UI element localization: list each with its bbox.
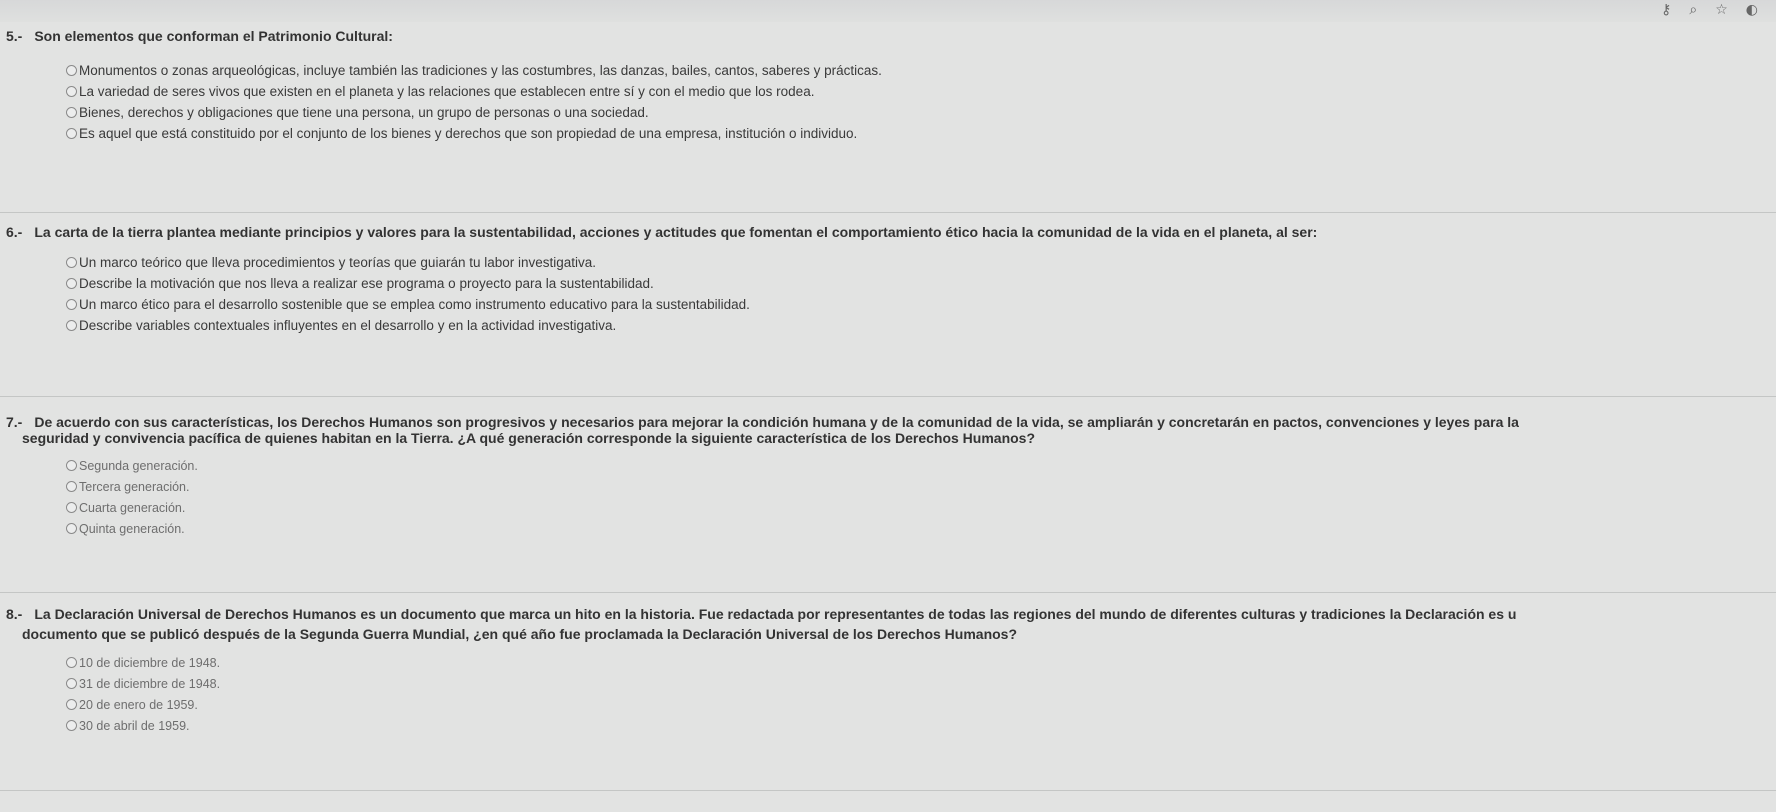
radio-button[interactable] [66, 481, 77, 492]
radio-button[interactable] [66, 128, 77, 139]
option-label: Describe la motivación que nos lleva a r… [79, 276, 654, 291]
options-list: Segunda generación. Tercera generación. … [66, 455, 198, 539]
option-label: Es aquel que está constituido por el con… [79, 126, 858, 141]
radio-button[interactable] [66, 460, 77, 471]
option-label: Monumentos o zonas arqueológicas, incluy… [79, 63, 882, 78]
option-label: Describe variables contextuales influyen… [79, 318, 617, 333]
option[interactable]: 10 de diciembre de 1948. [66, 652, 220, 673]
question-divider [0, 790, 1776, 791]
option-label: La variedad de seres vivos que existen e… [79, 84, 815, 99]
option[interactable]: Describe la motivación que nos lleva a r… [66, 273, 750, 294]
option[interactable]: Tercera generación. [66, 476, 198, 497]
radio-button[interactable] [66, 278, 77, 289]
option[interactable]: Monumentos o zonas arqueológicas, incluy… [66, 60, 882, 81]
option-label: Quinta generación. [79, 521, 185, 536]
radio-button[interactable] [66, 65, 77, 76]
question-prompt-continued: seguridad y convivencia pacífica de quie… [22, 428, 1035, 449]
browser-toolbar: ⚷ ⌕ ☆ ◐ [0, 0, 1776, 22]
option[interactable]: Un marco teórico que lleva procedimiento… [66, 252, 750, 273]
question-text: seguridad y convivencia pacífica de quie… [22, 430, 1036, 446]
key-icon[interactable]: ⚷ [1661, 2, 1671, 18]
option-label: 31 de diciembre de 1948. [79, 676, 221, 691]
option[interactable]: Segunda generación. [66, 455, 198, 476]
option[interactable]: Bienes, derechos y obligaciones que tien… [66, 102, 882, 123]
star-icon[interactable]: ☆ [1715, 2, 1728, 18]
option[interactable]: Quinta generación. [66, 518, 198, 539]
question-text: La Declaración Universal de Derechos Hum… [34, 606, 1517, 622]
option[interactable]: Un marco ético para el desarrollo sosten… [66, 294, 750, 315]
radio-button[interactable] [66, 678, 77, 689]
option[interactable]: 20 de enero de 1959. [66, 694, 220, 715]
option[interactable]: Describe variables contextuales influyen… [66, 315, 750, 336]
question-divider [0, 592, 1776, 593]
radio-button[interactable] [66, 107, 77, 118]
zoom-icon[interactable]: ⌕ [1689, 2, 1697, 18]
question-prompt: 5.- Son elementos que conforman el Patrim… [6, 26, 393, 47]
option-label: Segunda generación. [79, 458, 198, 473]
option-label: 10 de diciembre de 1948. [79, 655, 221, 670]
radio-button[interactable] [66, 320, 77, 331]
option[interactable]: La variedad de seres vivos que existen e… [66, 81, 882, 102]
radio-button[interactable] [66, 657, 77, 668]
radio-button[interactable] [66, 257, 77, 268]
question-number: 7.- [6, 414, 23, 430]
question-number: 5.- [6, 28, 23, 44]
option-label: Cuarta generación. [79, 500, 186, 515]
option[interactable]: Cuarta generación. [66, 497, 198, 518]
option[interactable]: 31 de diciembre de 1948. [66, 673, 220, 694]
question-prompt: 8.- La Declaración Universal de Derechos … [6, 604, 1516, 625]
question-number: 6.- [6, 224, 23, 240]
option-label: Un marco teórico que lleva procedimiento… [79, 255, 597, 270]
radio-button[interactable] [66, 523, 77, 534]
radio-button[interactable] [66, 299, 77, 310]
radio-button[interactable] [66, 720, 77, 731]
option-label: Un marco ético para el desarrollo sosten… [79, 297, 750, 312]
question-text: La carta de la tierra plantea mediante p… [34, 224, 1318, 240]
radio-button[interactable] [66, 86, 77, 97]
option[interactable]: Es aquel que está constituido por el con… [66, 123, 882, 144]
options-list: 10 de diciembre de 1948. 31 de diciembre… [66, 652, 220, 736]
radio-button[interactable] [66, 502, 77, 513]
options-list: Un marco teórico que lleva procedimiento… [66, 252, 750, 336]
question-number: 8.- [6, 606, 23, 622]
option-label: Tercera generación. [79, 479, 190, 494]
option[interactable]: 30 de abril de 1959. [66, 715, 220, 736]
profile-icon[interactable]: ◐ [1746, 2, 1758, 18]
question-divider [0, 396, 1776, 397]
question-divider [0, 212, 1776, 213]
option-label: Bienes, derechos y obligaciones que tien… [79, 105, 649, 120]
option-label: 30 de abril de 1959. [79, 718, 190, 733]
options-list: Monumentos o zonas arqueológicas, incluy… [66, 60, 882, 144]
radio-button[interactable] [66, 699, 77, 710]
question-prompt-continued: documento que se publicó después de la S… [22, 624, 1017, 645]
question-text: Son elementos que conforman el Patrimoni… [34, 28, 393, 44]
question-prompt: 6.- La carta de la tierra plantea mediant… [6, 222, 1317, 243]
option-label: 20 de enero de 1959. [79, 697, 198, 712]
question-text: documento que se publicó después de la S… [22, 626, 1018, 642]
